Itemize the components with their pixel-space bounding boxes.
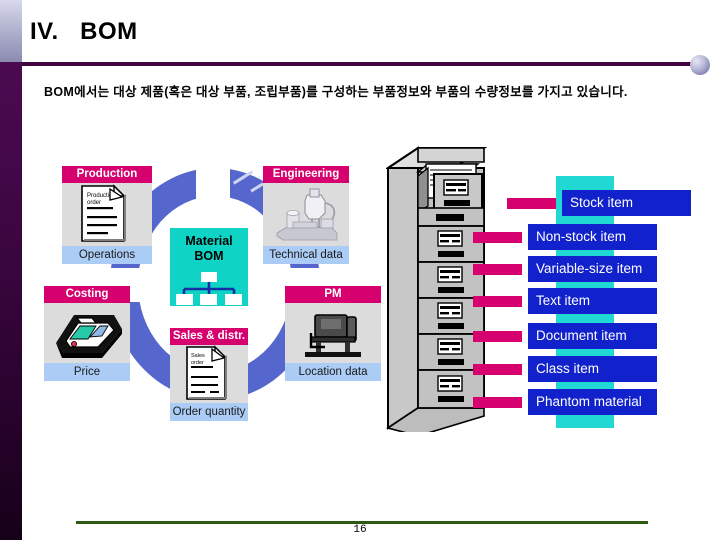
module-card-costing[interactable]: Costing Price bbox=[44, 286, 130, 381]
material-bom-label-line1: Material bbox=[185, 234, 233, 248]
module-header-costing: Costing bbox=[44, 286, 130, 303]
machine-equipment-icon bbox=[305, 314, 361, 357]
calculator-icon bbox=[56, 315, 122, 358]
item-connector-bar bbox=[473, 397, 522, 408]
lead-paragraph: BOM에서는 대상 제품(혹은 대상 부품, 조립부품)를 구성하는 부품정보와… bbox=[44, 85, 628, 99]
module-body-engineering bbox=[263, 183, 349, 246]
svg-text:order: order bbox=[87, 200, 101, 206]
item-connector-bar bbox=[473, 232, 522, 243]
module-footer-sales: Order quantity bbox=[170, 403, 248, 421]
title-divider-rule bbox=[22, 62, 694, 66]
module-card-engineering[interactable]: Engineering Technical data bbox=[263, 166, 349, 264]
filing-cabinet-icon bbox=[384, 146, 508, 437]
module-body-pm bbox=[285, 303, 381, 363]
page-number: 16 bbox=[353, 524, 367, 536]
module-footer-pm: Location data bbox=[285, 363, 381, 381]
module-body-sales: Sales order bbox=[170, 345, 248, 403]
module-footer-engineering: Technical data bbox=[263, 246, 349, 264]
item-label-non-stock[interactable]: Non-stock item bbox=[528, 224, 657, 250]
item-label-stock[interactable]: Stock item bbox=[562, 190, 691, 216]
svg-text:order: order bbox=[191, 360, 204, 366]
module-card-sales[interactable]: Sales & distr. Sales order Order quantit… bbox=[170, 328, 248, 421]
svg-text:Sales: Sales bbox=[191, 353, 205, 359]
item-connector-bar bbox=[507, 198, 556, 209]
machine-assembly-icon bbox=[276, 188, 338, 241]
module-header-production: Production bbox=[62, 166, 152, 183]
module-body-costing bbox=[44, 303, 130, 363]
item-label-class[interactable]: Class item bbox=[528, 356, 657, 382]
item-label-variable-size[interactable]: Variable-size item bbox=[528, 256, 657, 282]
left-accent-bar-bottom bbox=[0, 62, 22, 540]
item-label-phantom[interactable]: Phantom material bbox=[528, 389, 657, 415]
module-card-production[interactable]: Production Production order Operations bbox=[62, 166, 152, 264]
item-label-document[interactable]: Document item bbox=[528, 323, 657, 349]
module-header-pm: PM bbox=[285, 286, 381, 303]
item-connector-bar bbox=[473, 296, 522, 307]
page-title: IV. BOM bbox=[30, 18, 138, 45]
material-bom-box[interactable]: Material BOM bbox=[170, 228, 248, 306]
module-header-engineering: Engineering bbox=[263, 166, 349, 183]
module-header-sales: Sales & distr. bbox=[170, 328, 248, 345]
module-footer-production: Operations bbox=[62, 246, 152, 264]
module-body-production: Production order bbox=[62, 183, 152, 246]
module-card-pm[interactable]: PM Location data bbox=[285, 286, 381, 381]
item-connector-bar bbox=[473, 364, 522, 375]
item-connector-bar bbox=[473, 331, 522, 342]
slide-canvas: IV. BOM BOM에서는 대상 제품(혹은 대상 부품, 조립부품)를 구성… bbox=[0, 0, 720, 540]
item-label-text[interactable]: Text item bbox=[528, 288, 657, 314]
ring-gap-top bbox=[196, 160, 230, 200]
hierarchy-tree-icon bbox=[176, 272, 242, 305]
left-accent-bar-top bbox=[0, 0, 22, 62]
material-bom-label-line2: BOM bbox=[194, 249, 224, 263]
module-footer-costing: Price bbox=[44, 363, 130, 381]
production-order-document-icon: Production order bbox=[81, 184, 126, 242]
item-connector-bar bbox=[473, 264, 522, 275]
sales-order-document-icon: Sales order bbox=[186, 345, 227, 400]
decorative-sphere-icon bbox=[690, 55, 710, 75]
